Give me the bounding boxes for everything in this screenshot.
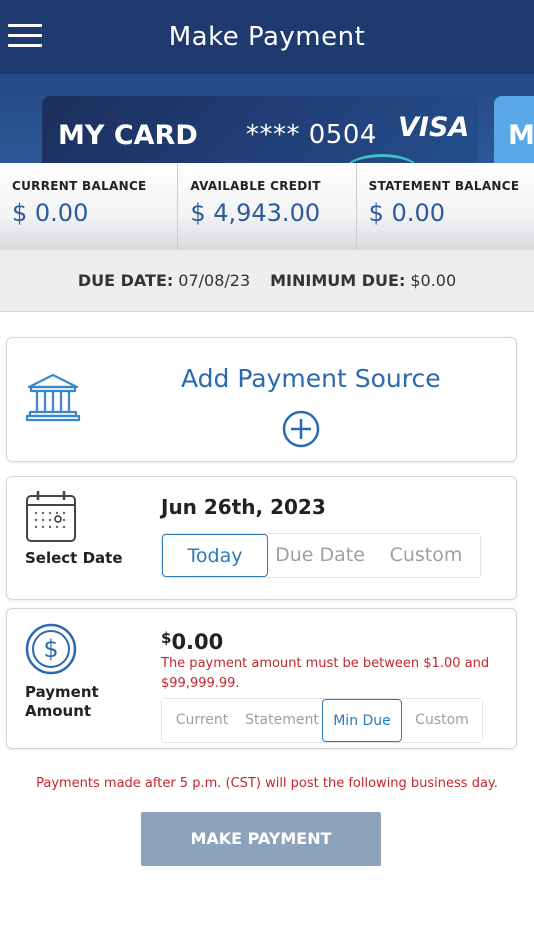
amount-option-group: Current Statement Min Due Custom: [161, 698, 483, 743]
app-header: Make Payment: [0, 0, 534, 74]
card-decoration: [342, 154, 422, 163]
due-info: DUE DATE: 07/08/23 MINIMUM DUE: $0.00: [0, 250, 534, 312]
amount-error-message: The payment amount must be between $1.00…: [161, 656, 490, 691]
add-payment-source-button[interactable]: Add Payment Source: [6, 337, 517, 462]
balance-label: AVAILABLE CREDIT: [190, 179, 321, 193]
balance-label: CURRENT BALANCE: [12, 179, 147, 193]
posting-notice: Payments made after 5 p.m. (CST) will po…: [36, 776, 498, 791]
bank-icon: [25, 373, 81, 422]
current-balance: CURRENT BALANCE $ 0.00: [0, 163, 177, 250]
calendar-icon: [26, 491, 76, 542]
minimum-due-value: $0.00: [410, 271, 457, 290]
balance-value: $ 4,943.00: [190, 199, 321, 227]
balance-label: STATEMENT BALANCE: [368, 179, 520, 193]
card-next[interactable]: M: [494, 96, 534, 163]
payment-amount-value[interactable]: $0.00: [161, 629, 223, 654]
page-title: Make Payment: [168, 22, 366, 52]
plus-circle-icon[interactable]: [282, 410, 320, 448]
select-date-panel: Select Date Jun 26th, 2023 Today Due Dat…: [6, 476, 517, 600]
balance-summary: CURRENT BALANCE $ 0.00 AVAILABLE CREDIT …: [0, 163, 534, 250]
card-name: MY CARD: [58, 120, 198, 151]
card-my-card[interactable]: MY CARD **** 0504 VISA: [42, 96, 478, 163]
amount-option-statement[interactable]: Statement: [242, 699, 322, 742]
balance-value: $ 0.00: [12, 199, 89, 227]
date-option-today[interactable]: Today: [162, 534, 268, 577]
amount-option-min-due[interactable]: Min Due: [322, 699, 402, 742]
due-date-label: DUE DATE:: [77, 271, 174, 290]
amount-option-custom[interactable]: Custom: [402, 699, 482, 742]
visa-logo-icon: VISA: [398, 112, 470, 143]
make-payment-button[interactable]: MAKE PAYMENT: [141, 812, 381, 866]
available-credit: AVAILABLE CREDIT $ 4,943.00: [177, 163, 355, 250]
minimum-due-label: MINIMUM DUE:: [270, 271, 406, 290]
date-option-due-date[interactable]: Due Date: [268, 534, 372, 577]
hamburger-icon[interactable]: [8, 24, 42, 48]
payment-amount-panel: $ Payment Amount $0.00 The payment amoun…: [6, 608, 517, 749]
statement-balance: STATEMENT BALANCE $ 0.00: [355, 163, 534, 250]
dollar-circle-icon: $: [25, 623, 77, 675]
card-name: M: [508, 120, 534, 151]
date-option-custom[interactable]: Custom: [372, 534, 480, 577]
payment-amount-label: Payment Amount: [25, 683, 99, 720]
svg-text:$: $: [43, 635, 58, 663]
amount-option-current[interactable]: Current: [162, 699, 242, 742]
selected-date: Jun 26th, 2023: [161, 495, 326, 519]
card-number: **** 0504: [246, 120, 377, 150]
balance-value: $ 0.00: [368, 199, 445, 227]
select-date-label: Select Date: [25, 549, 123, 567]
add-payment-source-label: Add Payment Source: [181, 364, 441, 393]
due-date-value: 07/08/23: [178, 271, 251, 290]
date-option-group: Today Due Date Custom: [161, 533, 481, 578]
card-carousel[interactable]: MY CARD **** 0504 VISA M: [0, 74, 534, 163]
